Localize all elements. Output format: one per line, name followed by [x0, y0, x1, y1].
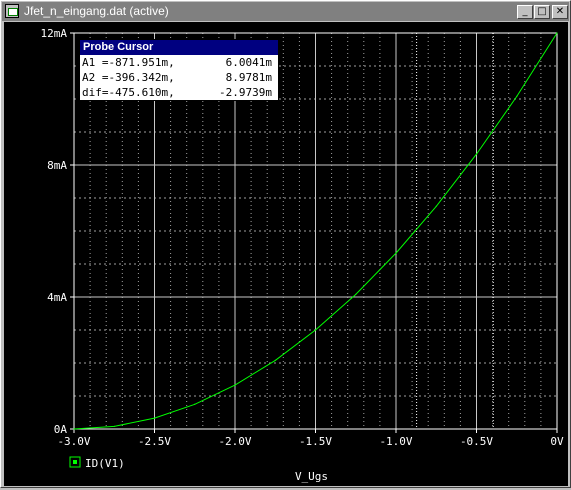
data-point — [274, 359, 276, 361]
cursor-row-a2: A2 =-396.342m, 8.9781m — [80, 70, 278, 85]
close-button[interactable]: ✕ — [552, 5, 568, 19]
cursor-a2-x: A2 =-396.342m, — [82, 71, 175, 84]
x-tick-label: -3.0V — [57, 435, 90, 448]
probe-window: Jfet_n_eingang.dat (active) _ □ ✕ -3.0V -… — [0, 0, 571, 488]
y-tick-label: 12mA — [41, 27, 68, 40]
cursor-row-a1: A1 =-871.951m, 6.0041m — [80, 55, 278, 70]
legend-label[interactable]: ID(V1) — [85, 457, 125, 470]
legend-marker-dot — [73, 460, 77, 464]
x-tick-label: 0V — [550, 435, 564, 448]
x-axis-label: V_Ugs — [295, 470, 328, 483]
cursor-a2-y: 8.9781m — [225, 71, 272, 84]
x-tick-label: -2.0V — [218, 435, 251, 448]
window-title: Jfet_n_eingang.dat (active) — [24, 4, 169, 18]
x-tick-label: -2.5V — [138, 435, 171, 448]
x-tick-label: -1.5V — [299, 435, 332, 448]
probe-cursor-panel[interactable]: Probe Cursor A1 =-871.951m, 6.0041m A2 =-… — [79, 39, 279, 101]
data-point — [234, 384, 236, 386]
y-tick-label: 8mA — [47, 159, 67, 172]
data-point — [73, 428, 75, 430]
x-tick-label: -0.5V — [460, 435, 493, 448]
data-point — [314, 329, 317, 331]
cursor-a1-x: A1 =-871.951m, — [82, 56, 175, 69]
x-tick-label: -1.0V — [379, 435, 412, 448]
data-point — [516, 95, 518, 97]
cursor-row-dif: dif=-475.610m, -2.9739m — [80, 85, 278, 100]
data-point — [395, 252, 397, 254]
waveform-doc-icon[interactable] — [5, 4, 19, 18]
data-point — [435, 205, 437, 207]
data-point — [153, 417, 156, 419]
data-point — [556, 32, 558, 34]
data-point — [355, 293, 357, 295]
minimize-button[interactable]: _ — [517, 5, 533, 19]
title-bar[interactable]: Jfet_n_eingang.dat (active) _ □ ✕ — [2, 2, 569, 21]
probe-cursor-title: Probe Cursor — [80, 40, 278, 55]
plot-area[interactable]: -3.0V -2.5V -2.0V -1.5V -1.0V -0.5V 0V 0A 4mA 8mA… — [4, 22, 568, 486]
maximize-button[interactable]: □ — [534, 5, 550, 19]
data-point — [113, 425, 115, 427]
y-tick-label: 0A — [54, 423, 68, 436]
data-point — [194, 403, 196, 405]
y-tick-label: 4mA — [47, 291, 67, 304]
cursor-dif-x: dif=-475.610m, — [82, 86, 175, 99]
cursor-dif-y: -2.9739m — [219, 86, 272, 99]
cursor-a1-y: 6.0041m — [225, 56, 272, 69]
data-point — [475, 153, 478, 155]
